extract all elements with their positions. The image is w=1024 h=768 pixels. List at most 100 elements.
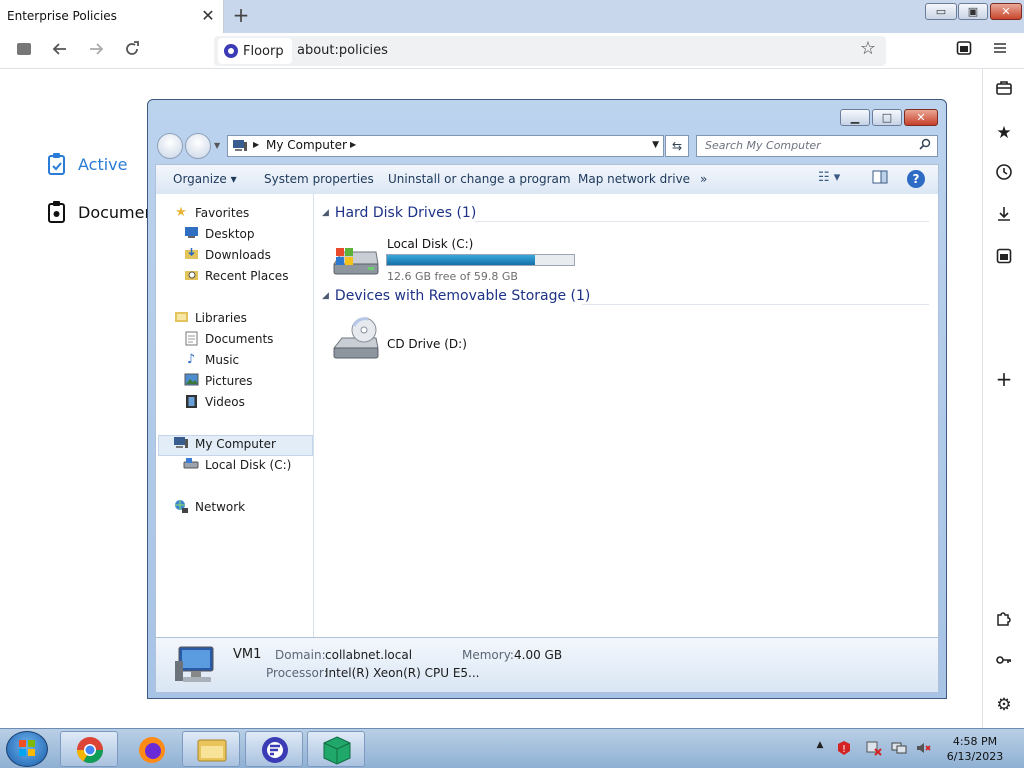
network-globe-icon	[173, 499, 189, 515]
preview-pane-icon[interactable]	[872, 170, 888, 188]
toolbox-icon[interactable]	[992, 79, 1016, 103]
menu-icon[interactable]	[988, 40, 1012, 62]
hard-disk-icon[interactable]	[330, 242, 380, 278]
explorer-back-button[interactable]	[157, 133, 183, 159]
nav-local-disk[interactable]: Local Disk (C:)	[183, 457, 291, 473]
drive-name-cd-drive[interactable]: CD Drive (D:)	[387, 337, 467, 351]
explorer-search-input[interactable]: Search My Computer	[696, 135, 938, 157]
recent-pages-dropdown-icon[interactable]: ▼	[214, 141, 220, 150]
collapse-triangle-icon[interactable]: ◢	[322, 208, 329, 218]
addons-puzzle-icon[interactable]	[992, 609, 1016, 633]
nav-desktop[interactable]: Desktop	[183, 226, 255, 242]
reload-button[interactable]	[120, 40, 144, 62]
taskbar-explorer[interactable]	[182, 731, 240, 767]
extensions-icon[interactable]	[952, 40, 976, 62]
bookmarks-star-icon[interactable]: ★	[992, 121, 1016, 145]
collapse-triangle-icon[interactable]: ◢	[322, 291, 329, 301]
tray-clock[interactable]: 4:58 PM 6/13/2023	[944, 734, 1006, 764]
nav-favorites-label: Favorites	[195, 206, 250, 220]
nav-documents[interactable]: Documents	[183, 331, 273, 347]
local-disk-free-space: 12.6 GB free of 59.8 GB	[387, 270, 518, 283]
close-icon: ✕	[916, 111, 926, 124]
address-breadcrumb-my-computer[interactable]: My Computer	[266, 138, 347, 152]
back-forward-buttons: ▼	[157, 133, 220, 159]
url-text[interactable]: about:policies	[297, 43, 388, 58]
explorer-minimize-button[interactable]: ▁	[840, 109, 870, 126]
explorer-address-bar[interactable]: ▶ My Computer ▶ ▼	[227, 135, 664, 157]
nav-videos-label: Videos	[205, 395, 245, 409]
taskbar-app-box[interactable]	[307, 731, 365, 767]
tab-close-icon[interactable]: ✕	[200, 6, 216, 26]
nav-my-computer[interactable]: My Computer	[173, 436, 276, 452]
history-clock-icon[interactable]	[992, 163, 1016, 187]
breadcrumb-chevron-icon[interactable]: ▶	[253, 140, 259, 149]
group-divider	[582, 304, 929, 305]
explorer-refresh-button[interactable]: ⇆	[665, 135, 689, 157]
start-button[interactable]	[6, 731, 48, 767]
group-title-removable: Devices with Removable Storage (1)	[334, 288, 591, 304]
explorer-maximize-button[interactable]: □	[872, 109, 902, 126]
search-icon	[919, 138, 931, 153]
svg-text:!: !	[842, 744, 846, 755]
downloads-folder-icon	[183, 247, 199, 263]
nav-videos[interactable]: Videos	[183, 394, 245, 410]
bookmark-star-icon[interactable]: ☆	[856, 38, 880, 62]
system-properties-button[interactable]: System properties	[264, 172, 374, 186]
policies-nav-documentation[interactable]: Documen	[46, 200, 155, 224]
volume-muted-icon[interactable]	[915, 740, 931, 756]
policies-nav-active[interactable]: Active	[46, 152, 128, 176]
action-center-warning-icon[interactable]: !	[836, 740, 852, 756]
policies-nav-documentation-label: Documen	[78, 202, 155, 222]
tray-flag-error-icon[interactable]	[866, 740, 882, 756]
explorer-content-pane: ◢ Hard Disk Drives (1) Local Disk (C:) 1…	[314, 194, 939, 637]
show-hidden-icons-icon[interactable]: ▲	[812, 740, 828, 756]
nav-recent-places[interactable]: Recent Places	[183, 268, 288, 284]
url-bar[interactable]: Floorp about:policies	[214, 36, 886, 66]
forward-button[interactable]	[84, 40, 108, 62]
address-dropdown-icon[interactable]: ▼	[652, 140, 659, 150]
map-network-drive-button[interactable]: Map network drive	[578, 172, 690, 186]
group-header-hard-disk-drives[interactable]: ◢ Hard Disk Drives (1)	[322, 205, 476, 221]
help-icon[interactable]: ?	[907, 170, 925, 188]
nav-libraries[interactable]: Libraries	[173, 310, 247, 326]
explorer-forward-button[interactable]	[185, 133, 211, 159]
taskbar-chrome[interactable]	[60, 731, 118, 767]
downloads-icon[interactable]	[992, 205, 1016, 229]
nav-downloads[interactable]: Downloads	[183, 247, 271, 263]
group-title-hard-disk: Hard Disk Drives (1)	[334, 205, 477, 221]
cd-drive-icon[interactable]	[330, 316, 382, 364]
nav-pictures[interactable]: Pictures	[183, 373, 253, 389]
nav-favorites[interactable]: ★ Favorites	[173, 205, 249, 221]
minimize-icon: ▭	[935, 5, 947, 18]
local-disk-icon	[183, 457, 199, 473]
sidebar-toggle-icon[interactable]	[12, 40, 36, 62]
tab-enterprise-policies[interactable]: Enterprise Policies ✕	[0, 0, 224, 33]
group-header-removable-storage[interactable]: ◢ Devices with Removable Storage (1)	[322, 288, 590, 304]
uninstall-program-button[interactable]: Uninstall or change a program	[388, 172, 571, 186]
notes-icon[interactable]	[992, 247, 1016, 271]
back-button[interactable]	[48, 40, 72, 62]
identity-chip[interactable]: Floorp	[218, 38, 292, 64]
policy-doc-icon	[46, 200, 68, 224]
nav-network[interactable]: Network	[173, 499, 245, 515]
browser-close-button[interactable]: ✕	[990, 3, 1022, 20]
floorp-icon	[262, 737, 288, 763]
add-panel-icon[interactable]: +	[992, 367, 1016, 391]
browser-maximize-button[interactable]: ▣	[958, 3, 988, 20]
libraries-icon	[173, 310, 189, 326]
browser-minimize-button[interactable]: ▭	[925, 3, 957, 20]
local-disk-usage-bar	[386, 254, 575, 266]
breadcrumb-chevron-icon[interactable]: ▶	[350, 140, 356, 149]
more-commands-button[interactable]: »	[700, 172, 707, 186]
taskbar-firefox[interactable]	[122, 731, 180, 767]
new-tab-button[interactable]: +	[230, 4, 252, 28]
organize-menu-button[interactable]: Organize ▾	[173, 172, 237, 186]
settings-gear-icon[interactable]: ⚙	[992, 693, 1016, 717]
nav-music[interactable]: ♪ Music	[183, 352, 239, 368]
passwords-key-icon[interactable]	[992, 651, 1016, 675]
network-status-icon[interactable]	[891, 740, 907, 756]
drive-name-local-disk[interactable]: Local Disk (C:)	[387, 237, 473, 251]
taskbar-floorp[interactable]	[245, 731, 303, 767]
explorer-close-button[interactable]: ✕	[904, 109, 938, 126]
change-view-icon[interactable]: ☷ ▾	[818, 170, 840, 185]
